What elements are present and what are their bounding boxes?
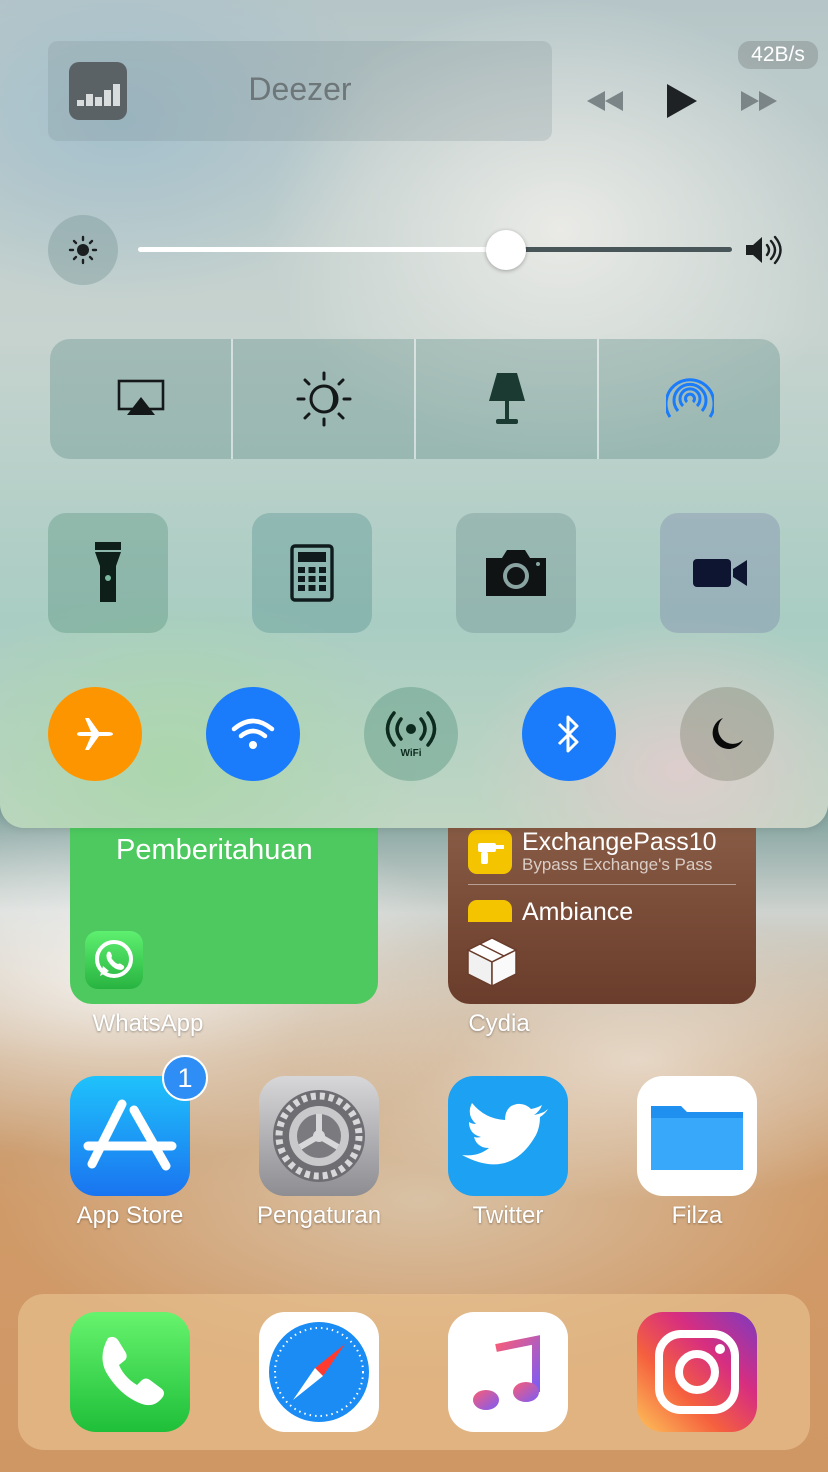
app-label-app-store: App Store — [76, 1202, 184, 1229]
quick-actions-bar — [50, 339, 780, 459]
dock-instagram-app[interactable] — [637, 1312, 757, 1432]
cydia-widget[interactable]: ExchangePass10 Bypass Exchange's Pass Am… — [448, 810, 756, 1004]
airplay-icon — [117, 379, 164, 415]
airdrop-icon — [665, 378, 714, 418]
bluetooth-toggle[interactable] — [522, 687, 616, 781]
cydia-item-title: ExchangePass10 — [522, 828, 717, 856]
night-shift-icon — [296, 371, 351, 427]
dock-phone-app[interactable] — [70, 1312, 190, 1432]
whatsapp-widget[interactable]: Pemberitahuan — [70, 810, 378, 1004]
divider — [468, 884, 736, 885]
fast-forward-button[interactable] — [738, 82, 780, 120]
whatsapp-label: WhatsApp — [92, 1010, 204, 1037]
instagram-camera-icon — [655, 1330, 739, 1414]
twitter-app[interactable] — [448, 1076, 568, 1196]
play-button[interactable] — [662, 82, 702, 120]
cydia-item-title: Ambiance — [522, 898, 634, 922]
brightness-toggle[interactable] — [48, 215, 118, 285]
wifi-hotspot-toggle[interactable]: WiFi — [364, 687, 458, 781]
app-label-filza: Filza — [671, 1202, 723, 1229]
app-label-twitter: Twitter — [472, 1202, 544, 1229]
fast-forward-icon — [741, 91, 777, 111]
cydia-item-ambiance[interactable]: Ambiance — [468, 896, 738, 922]
calculator-icon — [290, 544, 334, 602]
dock-safari-app[interactable] — [259, 1312, 379, 1432]
bluetooth-icon — [557, 715, 579, 753]
airplane-mode-toggle[interactable] — [48, 687, 142, 781]
music-note-icon — [473, 1335, 540, 1410]
filza-app[interactable] — [637, 1076, 757, 1196]
lamp-button[interactable] — [416, 339, 599, 459]
whatsapp-icon — [85, 931, 143, 989]
rewind-icon — [587, 91, 623, 111]
drill-icon — [468, 830, 512, 874]
airplane-mode-icon — [77, 718, 113, 750]
video-camera-button[interactable] — [660, 513, 780, 633]
dock-music-app[interactable] — [448, 1312, 568, 1432]
settings-gear-icon — [273, 1090, 365, 1182]
cydia-icon — [460, 928, 524, 992]
hotspot-label: WiFi — [400, 748, 421, 757]
airplay-button[interactable] — [50, 339, 233, 459]
ambiance-icon — [468, 900, 512, 922]
notification-badge: 1 — [162, 1055, 208, 1101]
airdrop-button[interactable] — [599, 339, 780, 459]
rewind-button[interactable] — [584, 82, 626, 120]
safari-compass-icon — [269, 1322, 369, 1422]
do-not-disturb-toggle[interactable] — [680, 687, 774, 781]
cydia-item-subtitle: Bypass Exchange's Pass — [522, 855, 713, 874]
wifi-icon — [231, 718, 275, 749]
network-speed-badge: 42B/s — [738, 41, 818, 69]
twitter-bird-icon — [462, 1103, 548, 1165]
brightness-slider-track[interactable] — [506, 247, 732, 252]
app-label-pengaturan: Pengaturan — [256, 1202, 382, 1229]
cydia-label: Cydia — [468, 1010, 530, 1037]
folder-icon — [651, 1106, 743, 1170]
moon-icon — [712, 718, 743, 749]
now-playing-app-name: Deezer — [248, 71, 352, 107]
wifi-hotspot-icon: WiFi — [385, 711, 437, 757]
flashlight-button[interactable] — [48, 513, 168, 633]
flashlight-icon — [95, 542, 121, 602]
play-icon — [667, 84, 697, 118]
sun-icon — [68, 235, 98, 265]
wifi-toggle[interactable] — [206, 687, 300, 781]
calculator-button[interactable] — [252, 513, 372, 633]
brightness-slider-fill — [138, 247, 506, 252]
brightness-slider-thumb[interactable] — [486, 230, 526, 270]
cydia-item-exchangepass[interactable]: ExchangePass10 Bypass Exchange's Pass — [468, 828, 738, 888]
camera-button[interactable] — [456, 513, 576, 633]
settings-app[interactable] — [259, 1076, 379, 1196]
now-playing-tile[interactable]: Deezer — [48, 41, 552, 141]
video-camera-icon — [693, 559, 747, 587]
camera-icon — [486, 550, 546, 596]
night-shift-button[interactable] — [233, 339, 416, 459]
control-center: Deezer 42B/s WiFi — [0, 0, 828, 828]
deezer-icon — [69, 62, 127, 120]
whatsapp-widget-title: Pemberitahuan — [116, 834, 313, 866]
phone-icon — [102, 1336, 164, 1406]
volume-icon[interactable] — [744, 234, 782, 271]
lamp-icon — [488, 373, 525, 424]
